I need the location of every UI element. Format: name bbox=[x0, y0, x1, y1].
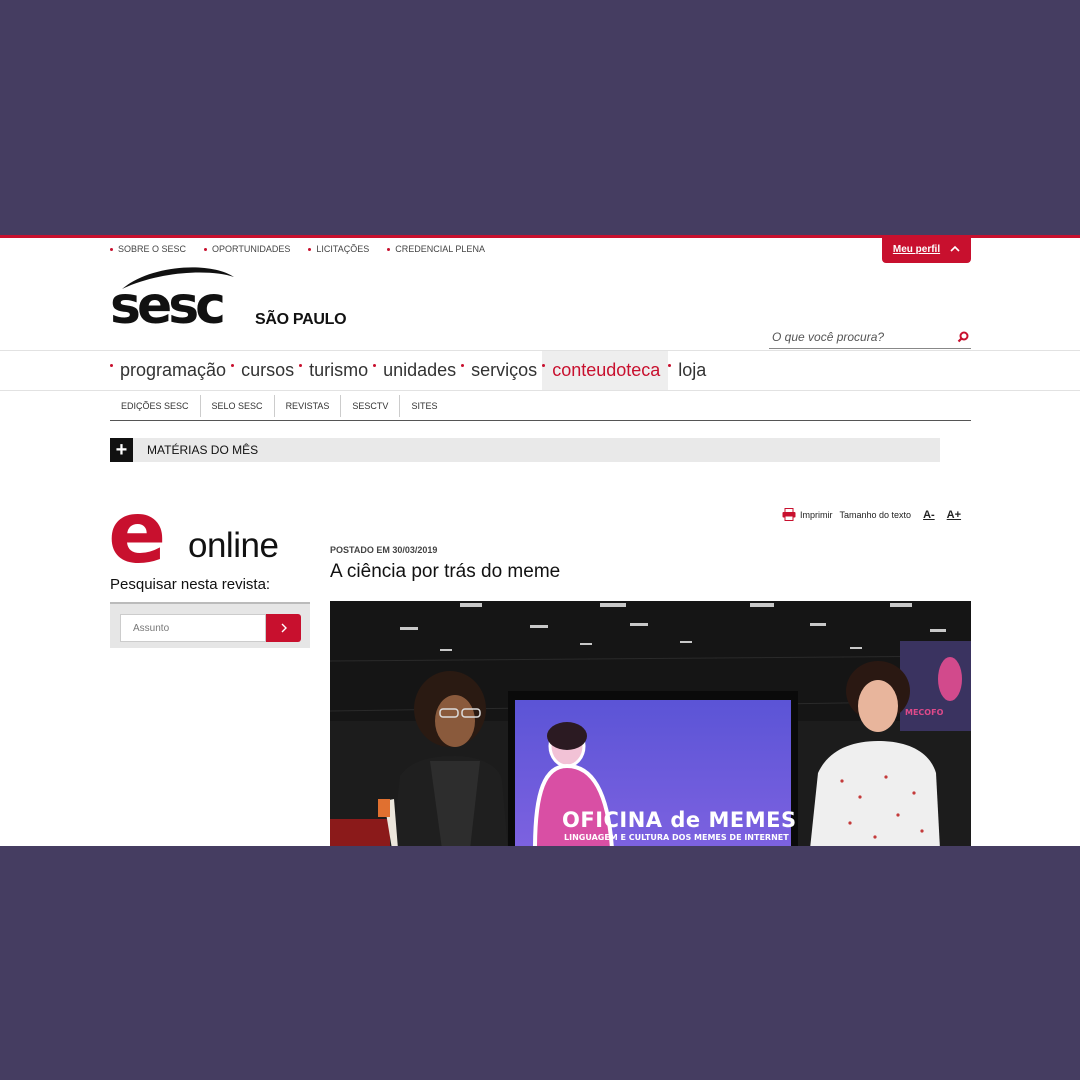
plus-icon: + bbox=[110, 438, 133, 462]
chevron-right-icon bbox=[281, 623, 287, 633]
post-date: POSTADO EM 30/03/2019 bbox=[330, 545, 438, 555]
subnav-edicoes-sesc[interactable]: EDIÇÕES SESC bbox=[110, 395, 201, 417]
nav-conteudoteca[interactable]: conteudoteca bbox=[542, 351, 669, 390]
subnav-revistas[interactable]: REVISTAS bbox=[275, 395, 342, 417]
printer-icon bbox=[782, 508, 796, 521]
magazine-search-input[interactable] bbox=[120, 614, 266, 642]
nav-cursos[interactable]: cursos bbox=[231, 351, 299, 390]
site-search bbox=[769, 327, 971, 349]
subnav-sesctv[interactable]: SESCTV bbox=[341, 395, 401, 417]
svg-text:e: e bbox=[110, 502, 166, 572]
materias-toggle[interactable]: + MATÉRIAS DO MÊS bbox=[110, 438, 940, 462]
article-tools: Imprimir Tamanho do texto A- A+ bbox=[782, 508, 961, 521]
print-link[interactable]: Imprimir bbox=[782, 508, 833, 521]
text-size-label: Tamanho do texto bbox=[839, 509, 912, 520]
nav-programacao[interactable]: programação bbox=[110, 351, 231, 390]
nav-loja[interactable]: loja bbox=[668, 351, 711, 390]
sesc-logo[interactable]: sesc bbox=[110, 263, 236, 331]
search-icon[interactable] bbox=[957, 331, 969, 343]
profile-button[interactable]: Meu perfil bbox=[882, 238, 971, 263]
nav-unidades[interactable]: unidades bbox=[373, 351, 461, 390]
util-link-oportunidades[interactable]: OPORTUNIDADES bbox=[204, 244, 290, 254]
materias-label: MATÉRIAS DO MÊS bbox=[147, 443, 259, 457]
svg-text:OFICINA de MEMES: OFICINA de MEMES bbox=[562, 808, 797, 832]
magazine-search bbox=[110, 602, 310, 648]
svg-text:LINGUAGEM E CULTURA DOS MEMES: LINGUAGEM E CULTURA DOS MEMES DE INTERNE… bbox=[564, 833, 789, 842]
util-link-sobre[interactable]: SOBRE O SESC bbox=[110, 244, 186, 254]
text-decrease-button[interactable]: A- bbox=[923, 509, 935, 521]
subnav-sites[interactable]: SITES bbox=[400, 395, 448, 417]
nav-turismo[interactable]: turismo bbox=[299, 351, 373, 390]
svg-text:sesc: sesc bbox=[110, 276, 223, 331]
svg-text:MECOFO: MECOFO bbox=[905, 708, 944, 717]
search-input[interactable] bbox=[769, 327, 949, 347]
e-online-logo[interactable]: e online bbox=[110, 502, 310, 572]
util-link-licitacoes[interactable]: LICITAÇÕES bbox=[308, 244, 369, 254]
region-label: SÃO PAULO bbox=[255, 311, 347, 328]
svg-text:online: online bbox=[188, 526, 278, 565]
magazine-search-button[interactable] bbox=[266, 614, 301, 642]
text-increase-button[interactable]: A+ bbox=[947, 509, 961, 521]
web-page: SOBRE O SESC OPORTUNIDADES LICITAÇÕES CR… bbox=[0, 235, 1080, 846]
hero-photo-art: MECOFO OFICINA de MEMES LINGUAGEM E CULT… bbox=[330, 601, 971, 846]
utility-links: SOBRE O SESC OPORTUNIDADES LICITAÇÕES CR… bbox=[110, 244, 485, 254]
main-nav: programação cursos turismo unidades serv… bbox=[0, 350, 1080, 391]
sub-nav: EDIÇÕES SESC SELO SESC REVISTAS SESCTV S… bbox=[110, 395, 971, 421]
article-title: A ciência por trás do meme bbox=[330, 561, 561, 582]
magazine-search-label: Pesquisar nesta revista: bbox=[110, 576, 271, 593]
chevron-up-icon bbox=[950, 245, 960, 252]
article-hero-photo: MECOFO OFICINA de MEMES LINGUAGEM E CULT… bbox=[330, 601, 971, 846]
subnav-selo-sesc[interactable]: SELO SESC bbox=[201, 395, 275, 417]
nav-servicos[interactable]: serviços bbox=[461, 351, 542, 390]
util-link-credencial[interactable]: CREDENCIAL PLENA bbox=[387, 244, 485, 254]
